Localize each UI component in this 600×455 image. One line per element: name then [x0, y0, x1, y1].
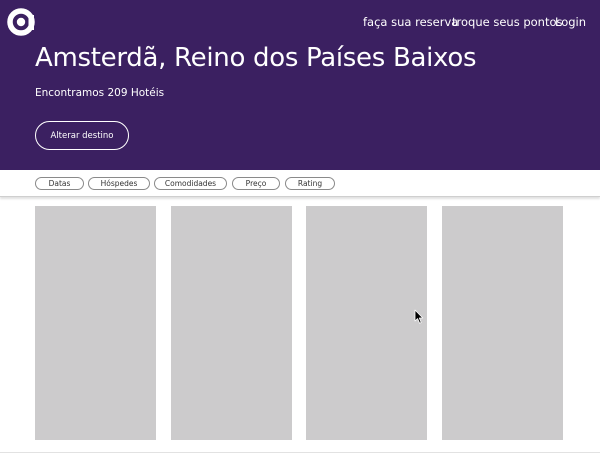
filter-guests-chip[interactable]: Hóspedes: [88, 177, 150, 190]
hotel-card[interactable]: [35, 206, 156, 440]
hotel-card[interactable]: [442, 206, 563, 440]
hero-banner: faça sua reserva troque seus pontos Logi…: [0, 0, 600, 170]
nav-login-link[interactable]: Login: [555, 15, 586, 29]
filter-rating-chip[interactable]: Rating: [285, 177, 335, 190]
hotel-card[interactable]: [306, 206, 427, 440]
filter-amenities-chip[interactable]: Comodidades: [154, 177, 227, 190]
results-count: Encontramos 209 Hotéis: [35, 87, 165, 99]
brand-logo-icon[interactable]: [3, 6, 43, 38]
page-bottom-divider: [0, 452, 600, 453]
filter-bar: Datas Hóspedes Comodidades Preço Rating: [0, 170, 600, 197]
page-title: Amsterdã, Reino dos Países Baixos: [35, 43, 477, 73]
change-destination-button[interactable]: Alterar destino: [35, 121, 129, 150]
filter-price-chip[interactable]: Preço: [232, 177, 280, 190]
mouse-pointer-icon: [414, 309, 424, 324]
nav-make-reservation-link[interactable]: faça sua reserva: [363, 15, 458, 29]
nav-redeem-points-link[interactable]: troque seus pontos: [452, 15, 563, 29]
filter-dates-chip[interactable]: Datas: [35, 177, 84, 190]
hotel-card[interactable]: [171, 206, 292, 440]
